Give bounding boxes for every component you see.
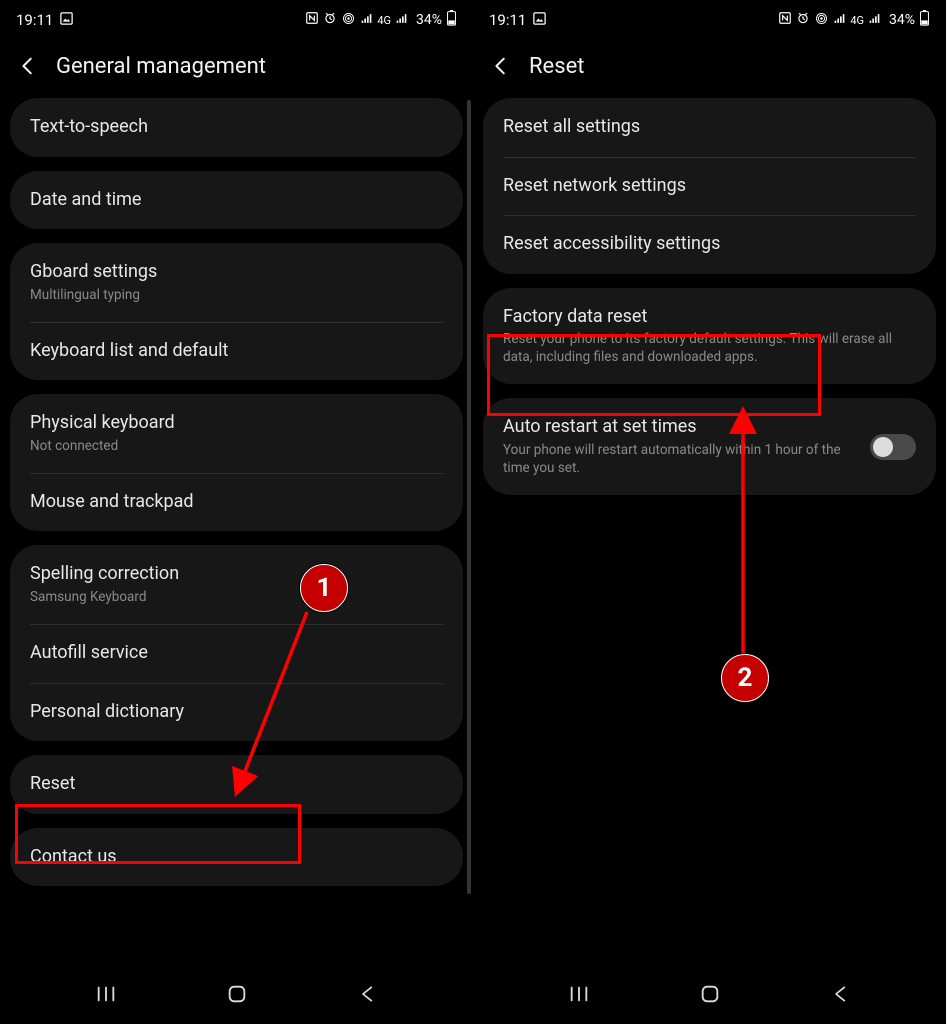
alarm-icon [796,11,810,29]
item-reset-all-settings[interactable]: Reset all settings [483,98,936,157]
alarm-icon [323,11,337,29]
page-header: General management [0,36,473,98]
chevron-left-icon [490,55,512,77]
status-bar: 19:11 4G 34% [473,0,946,36]
item-spelling-correction[interactable]: Spelling correctionSamsung Keyboard [10,545,463,624]
settings-list: Reset all settings Reset network setting… [473,98,946,970]
recents-button[interactable] [66,974,146,1014]
back-button[interactable] [487,52,515,80]
home-icon [226,983,248,1005]
navigation-bar [473,970,946,1024]
item-factory-data-reset[interactable]: Factory data resetReset your phone to it… [483,288,936,385]
hotspot-icon [341,11,356,30]
item-physical-keyboard[interactable]: Physical keyboardNot connected [10,394,463,473]
battery-percent: 34% [889,12,915,28]
status-bar: 19:11 4G 34% [0,0,473,36]
item-gboard-settings[interactable]: Gboard settingsMultilingual typing [10,243,463,322]
battery-icon [919,10,930,30]
phone-right: 19:11 4G 34% Reset Reset all settings Re… [473,0,946,1024]
item-auto-restart[interactable]: Auto restart at set times Your phone wil… [483,398,936,495]
page-title: Reset [529,54,584,79]
home-button[interactable] [670,974,750,1014]
net-label: 4G [377,14,391,27]
phone-left: 19:11 4G 34% General management Text-to-… [0,0,473,1024]
home-icon [699,983,721,1005]
nfc-icon [305,11,319,29]
signal-icon [833,12,846,29]
annotation-marker-2: 2 [721,654,769,702]
signal-icon-2 [395,12,408,29]
nav-back-button[interactable] [328,974,408,1014]
status-time: 19:11 [489,11,526,29]
screenshot-icon [59,11,74,30]
item-personal-dictionary[interactable]: Personal dictionary [10,683,463,742]
item-autofill-service[interactable]: Autofill service [10,624,463,683]
nfc-icon [778,11,792,29]
item-contact-us[interactable]: Contact us [10,828,463,887]
hotspot-icon [814,11,829,30]
back-button[interactable] [14,52,42,80]
back-icon [358,984,378,1004]
recents-icon [568,983,590,1005]
status-time: 19:11 [16,11,53,29]
page-title: General management [56,54,266,79]
battery-icon [446,10,457,30]
settings-list: Text-to-speech Date and time Gboard sett… [0,98,473,970]
navigation-bar [0,970,473,1024]
signal-icon [360,12,373,29]
item-reset[interactable]: Reset [10,755,463,814]
net-label: 4G [850,14,864,27]
battery-percent: 34% [416,12,442,28]
item-date-time[interactable]: Date and time [10,171,463,230]
chevron-left-icon [17,55,39,77]
item-mouse-trackpad[interactable]: Mouse and trackpad [10,473,463,532]
home-button[interactable] [197,974,277,1014]
recents-icon [95,983,117,1005]
signal-icon-2 [868,12,881,29]
screenshot-icon [532,11,547,30]
back-icon [831,984,851,1004]
nav-back-button[interactable] [801,974,881,1014]
auto-restart-toggle[interactable] [870,434,916,460]
page-header: Reset [473,36,946,98]
item-text-to-speech[interactable]: Text-to-speech [10,98,463,157]
item-reset-network-settings[interactable]: Reset network settings [483,157,936,216]
item-keyboard-list[interactable]: Keyboard list and default [10,322,463,381]
item-reset-accessibility-settings[interactable]: Reset accessibility settings [483,215,936,274]
recents-button[interactable] [539,974,619,1014]
annotation-marker-1: 1 [300,564,348,612]
scrollbar[interactable] [467,100,471,894]
